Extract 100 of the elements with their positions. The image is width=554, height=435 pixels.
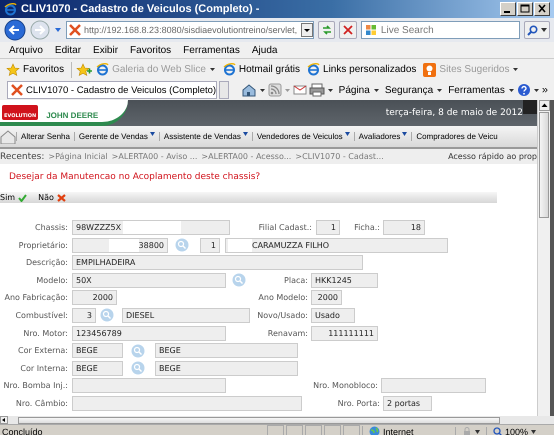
input-field[interactable] [381, 378, 486, 394]
input-field[interactable]: BEGE [72, 343, 123, 358]
input-field[interactable] [72, 378, 226, 394]
favorite-link[interactable]: Hotmail grátis [222, 63, 300, 76]
lightbulb-icon [423, 62, 436, 76]
input-field[interactable]: BEGE [155, 360, 298, 376]
scroll-up-icon[interactable] [538, 100, 550, 111]
field-label: Nro. Motor: [22, 328, 68, 338]
input-field[interactable]: 2000 [311, 290, 342, 306]
caret-icon[interactable] [258, 88, 266, 92]
home-icon[interactable] [240, 83, 257, 97]
maximize-icon[interactable] [517, 2, 533, 16]
input-field[interactable] [72, 396, 302, 411]
nav-menu-item[interactable]: Vendedores de Veiculos [252, 132, 354, 141]
quick-access-link[interactable]: Acesso rápido ao prop [448, 152, 537, 161]
scroll-left-icon[interactable] [0, 416, 8, 424]
search-field[interactable]: Live Search [360, 21, 520, 39]
search-button[interactable] [524, 21, 550, 39]
more-commands-button[interactable]: » [542, 84, 548, 96]
back-icon[interactable] [4, 19, 26, 41]
zoom-icon [492, 427, 502, 435]
mail-icon[interactable] [292, 84, 307, 96]
browser-tab[interactable]: CLIV1070 - Cadastro de Veiculos (Completo) [7, 81, 218, 99]
home-icon[interactable] [0, 130, 16, 144]
field-label: Renavam: [266, 328, 308, 338]
input-field[interactable]: CARAMUZZA FILHO [225, 238, 448, 253]
command-menu[interactable]: Página [338, 84, 380, 96]
input-field[interactable]: 2000 [72, 290, 117, 306]
page-icon [69, 24, 81, 36]
caret-icon[interactable] [436, 88, 444, 92]
input-field[interactable]: 123456789 [72, 326, 226, 341]
input-field[interactable]: Usado [311, 308, 355, 323]
nav-menu-item[interactable]: Avaliadores [354, 132, 412, 141]
input-field[interactable]: 111111111 [311, 326, 378, 341]
field-label: Proprietário: [18, 240, 68, 250]
input-field[interactable]: 1 [316, 220, 340, 235]
windows-logo-icon [364, 24, 377, 36]
favorite-link[interactable]: Links personalizados [307, 63, 416, 76]
scrollbar-thumb[interactable] [539, 112, 549, 218]
menu-item[interactable]: Arquivo [9, 44, 43, 56]
add-favorite-icon[interactable] [76, 62, 92, 76]
scrollbar-thumb[interactable] [18, 416, 500, 424]
field-label: Ano Fabricação: [3, 293, 68, 302]
input-field[interactable]: 50X [72, 272, 226, 288]
breadcrumb-link[interactable]: >Página Inicial [48, 152, 108, 161]
input-field[interactable]: 18 [383, 220, 425, 235]
nav-menu-item[interactable]: Assistente de Vendas [158, 132, 252, 141]
field-label: Chassis: [34, 223, 68, 232]
breadcrumb-link[interactable]: >ALERTA00 - Acesso... [201, 152, 292, 161]
input-field[interactable]: BEGE [155, 343, 298, 358]
check-icon [18, 194, 28, 202]
field-label: Cor Interna: [19, 364, 68, 373]
breadcrumb-link[interactable]: >CLIV1070 - Cadast... [295, 152, 384, 161]
action-button[interactable]: Não [38, 193, 66, 202]
caret-icon[interactable] [326, 88, 334, 92]
input-field[interactable]: DIESEL [122, 308, 250, 323]
nav-menu-item[interactable]: Alterar Senha [16, 132, 74, 141]
menu-item[interactable]: Editar [54, 44, 82, 56]
print-icon[interactable] [308, 83, 325, 97]
caret-icon[interactable] [372, 88, 380, 92]
command-menu[interactable]: Segurança [384, 84, 444, 96]
menu-item[interactable]: Ferramentas [183, 44, 240, 56]
dropdown-icon[interactable] [300, 23, 313, 37]
input-field[interactable]: 2 portas [383, 396, 432, 411]
help-icon[interactable] [516, 83, 531, 97]
command-menu[interactable]: Ferramentas [448, 84, 515, 96]
field-label: Filial Cadast.: [258, 223, 312, 232]
field-label: Nro. Câmbio: [14, 398, 68, 408]
menu-item[interactable]: Exibir [93, 44, 118, 56]
field-label: Nro. Bomba Inj.: [2, 381, 68, 390]
input-field[interactable]: HKK1245 [311, 272, 378, 288]
field-label: Combustível: [14, 310, 68, 320]
field-label: Modelo: [35, 276, 68, 285]
browser-logo-icon [4, 2, 17, 16]
stop-button[interactable] [339, 21, 357, 39]
field-label: Cor Externa: [17, 346, 68, 356]
minimize-icon[interactable] [500, 2, 516, 16]
nav-menu-item[interactable]: Compradores de Veicu [411, 132, 502, 141]
input-field[interactable]: 38800 [72, 238, 168, 253]
caret-icon[interactable] [532, 88, 540, 92]
field-label: Nro. Monobloco: [312, 381, 378, 390]
action-button[interactable]: Sim [0, 193, 28, 202]
input-field[interactable]: EMPILHADEIRA [72, 255, 363, 270]
caret-icon[interactable] [508, 88, 515, 92]
input-field[interactable]: 98WZZZ5X [72, 220, 230, 235]
caret-icon [540, 28, 547, 32]
address-field[interactable]: http://192.168.8.23:8080/sisdiaevolutiontreino/servlet, [66, 21, 314, 39]
close-icon[interactable] [534, 2, 550, 16]
nav-menu-item[interactable]: Gerente de Vendas [74, 132, 159, 141]
status-text: Concluído [1, 426, 44, 435]
input-field[interactable]: 1 [200, 238, 220, 253]
zoom-button[interactable]: 100% [486, 426, 542, 435]
input-field[interactable]: BEGE [72, 360, 123, 376]
refresh-button[interactable] [318, 21, 336, 39]
input-field[interactable]: 3 [72, 308, 96, 323]
date-text: terça-feira, 8 de maio de 2012 [386, 108, 524, 120]
favorites-button[interactable]: Favoritos [6, 62, 64, 76]
menu-item[interactable]: Favoritos [130, 44, 172, 56]
breadcrumb-link[interactable]: >ALERTA00 - Aviso ... [112, 152, 198, 161]
menu-item[interactable]: Ajuda [252, 44, 278, 56]
